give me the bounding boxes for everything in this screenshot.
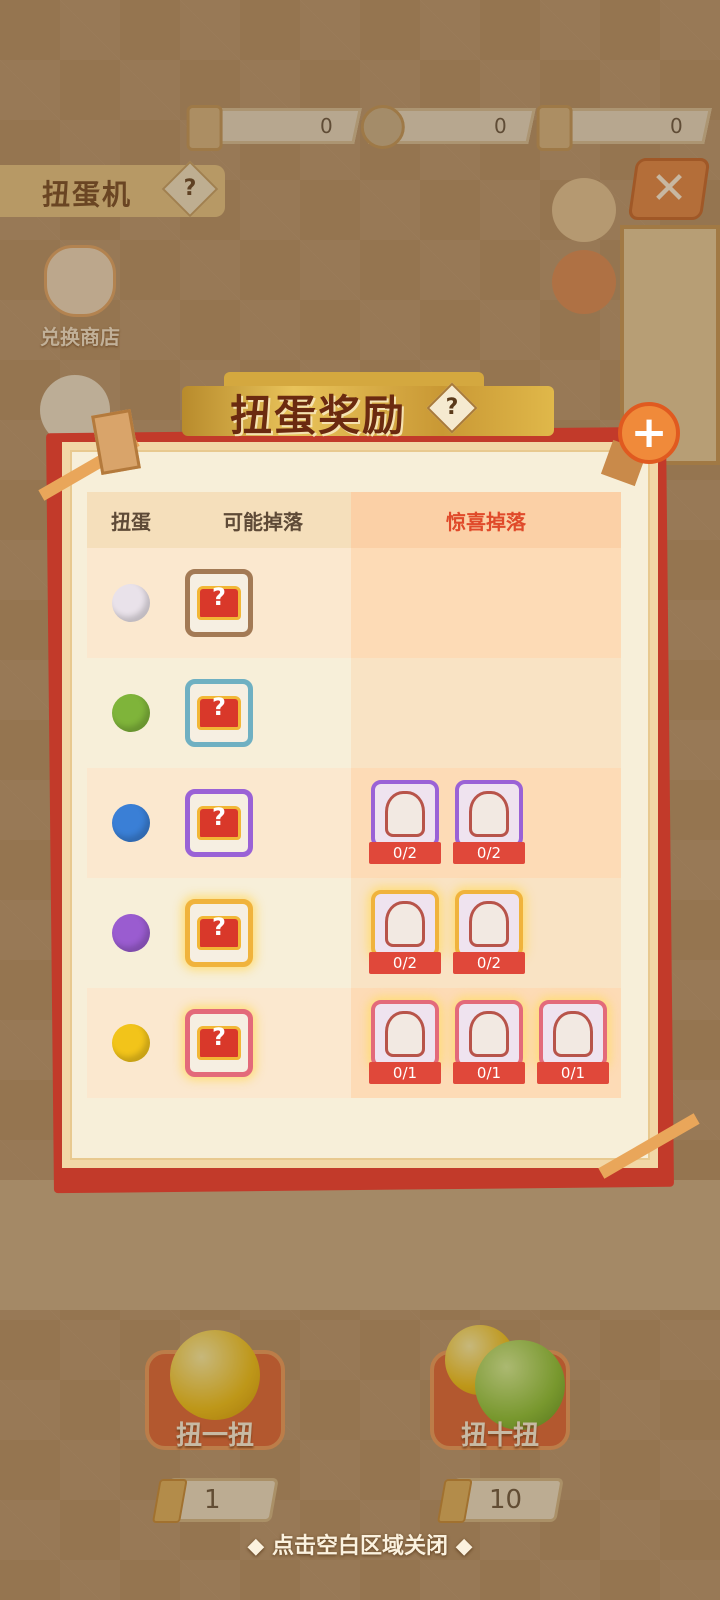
pull-ten-cost: 10 (436, 1478, 564, 1523)
mystery-chest-icon (197, 1023, 241, 1060)
egg-icon (112, 584, 150, 622)
header-surprise-drops: 惊喜掉落 (351, 492, 621, 548)
header-possible-drops: 可能掉落 (175, 492, 351, 548)
table-header: 扭蛋 可能掉落 惊喜掉落 (87, 492, 621, 548)
mystery-chest-card[interactable] (185, 679, 253, 747)
ticket-icon (151, 1479, 188, 1523)
shop-label: 兑换商店 (40, 325, 120, 349)
ticket-icon (186, 105, 223, 151)
mystery-chest-icon (197, 913, 241, 950)
table-row: 0/1 0/1 0/1 (87, 988, 621, 1098)
resource-coin: 0 (360, 105, 536, 149)
surprise-item[interactable]: 0/1 (537, 1000, 609, 1086)
figure-cat-icon (455, 780, 523, 848)
egg-icon (112, 1024, 150, 1062)
reward-table: 扭蛋 可能掉落 惊喜掉落 0/2 0/2 0/2 0/2 0/1 0/1 0/1 (87, 492, 621, 1098)
close-button[interactable]: ✕ (627, 158, 711, 220)
mystery-chest-icon (197, 693, 241, 730)
mystery-chest-icon (197, 583, 241, 620)
item-count: 0/1 (537, 1062, 609, 1084)
resource-value: 0 (670, 114, 683, 138)
item-count: 0/1 (369, 1062, 441, 1084)
table-row (87, 658, 621, 768)
help-icon[interactable]: ? (161, 160, 219, 218)
side-circle-button[interactable] (552, 178, 616, 242)
item-count: 0/1 (453, 1062, 525, 1084)
mystery-chest-card[interactable] (185, 789, 253, 857)
mystery-chest-card[interactable] (185, 569, 253, 637)
mystery-chest-icon (197, 803, 241, 840)
gacha-screen[interactable]: 0 0 0 扭蛋机 ? 兑换商店 ✕ 扭一扭 1 扭十扭 10 + 扭蛋奖励 ?… (0, 0, 720, 1600)
side-circle-button[interactable] (552, 250, 616, 314)
coin-icon (360, 105, 405, 149)
voucher-icon (536, 105, 573, 151)
pull-one-button[interactable]: 扭一扭 (140, 1330, 290, 1470)
item-count: 0/2 (369, 842, 441, 864)
header-egg: 扭蛋 (87, 492, 175, 548)
close-hint: ◆ 点击空白区域关闭 ◆ (247, 1534, 473, 1559)
table-row: 0/2 0/2 (87, 768, 621, 878)
machine-body (0, 1180, 720, 1310)
exchange-shop-button[interactable]: 兑换商店 (30, 245, 130, 350)
machine-title: 扭蛋机 (42, 178, 133, 211)
resource-voucher: 0 (536, 105, 712, 151)
figure-fish-icon (539, 1000, 607, 1068)
plus-icon: + (630, 407, 668, 458)
close-icon: ✕ (650, 163, 688, 214)
surprise-item[interactable]: 0/1 (369, 1000, 441, 1086)
egg-icon (112, 914, 150, 952)
pull-ten-label: 扭十扭 (460, 1421, 539, 1451)
figure-armor-icon (455, 1000, 523, 1068)
item-count: 0/2 (369, 952, 441, 974)
table-row (87, 548, 621, 658)
dialog-close-button[interactable]: + (618, 402, 680, 464)
egg-icon (112, 804, 150, 842)
resource-ticket: 0 (186, 105, 362, 151)
machine-title-tab: 扭蛋机 ? (0, 160, 225, 218)
pull-one-cost: 1 (151, 1478, 279, 1523)
yellow-ball-icon (170, 1330, 260, 1420)
table-row: 0/2 0/2 (87, 878, 621, 988)
item-count: 0/2 (453, 842, 525, 864)
surprise-item[interactable]: 0/2 (369, 890, 441, 976)
dialog-title-banner: 扭蛋奖励 ? (182, 372, 554, 448)
mystery-chest-card[interactable] (185, 899, 253, 967)
resource-value: 0 (494, 114, 507, 138)
table-body: 0/2 0/2 0/2 0/2 0/1 0/1 0/1 (87, 548, 621, 1098)
resource-value: 0 (320, 114, 333, 138)
surprise-item[interactable]: 0/2 (453, 890, 525, 976)
surprise-item[interactable]: 0/2 (369, 780, 441, 866)
ticket-icon (436, 1479, 473, 1523)
dialog-title: 扭蛋奖励 (230, 391, 407, 440)
lucky-cat-icon (44, 245, 116, 317)
pull-one-label: 扭一扭 (175, 1421, 254, 1451)
egg-icon (112, 694, 150, 732)
surprise-item[interactable]: 0/2 (453, 780, 525, 866)
figure-lucky-cat-icon (455, 890, 523, 958)
pull-ten-button[interactable]: 扭十扭 (425, 1325, 575, 1470)
figure-ornament-icon (371, 780, 439, 848)
figure-fox-icon (371, 1000, 439, 1068)
mystery-chest-card[interactable] (185, 1009, 253, 1077)
surprise-item[interactable]: 0/1 (453, 1000, 525, 1086)
item-count: 0/2 (453, 952, 525, 974)
figure-doll-icon (371, 890, 439, 958)
